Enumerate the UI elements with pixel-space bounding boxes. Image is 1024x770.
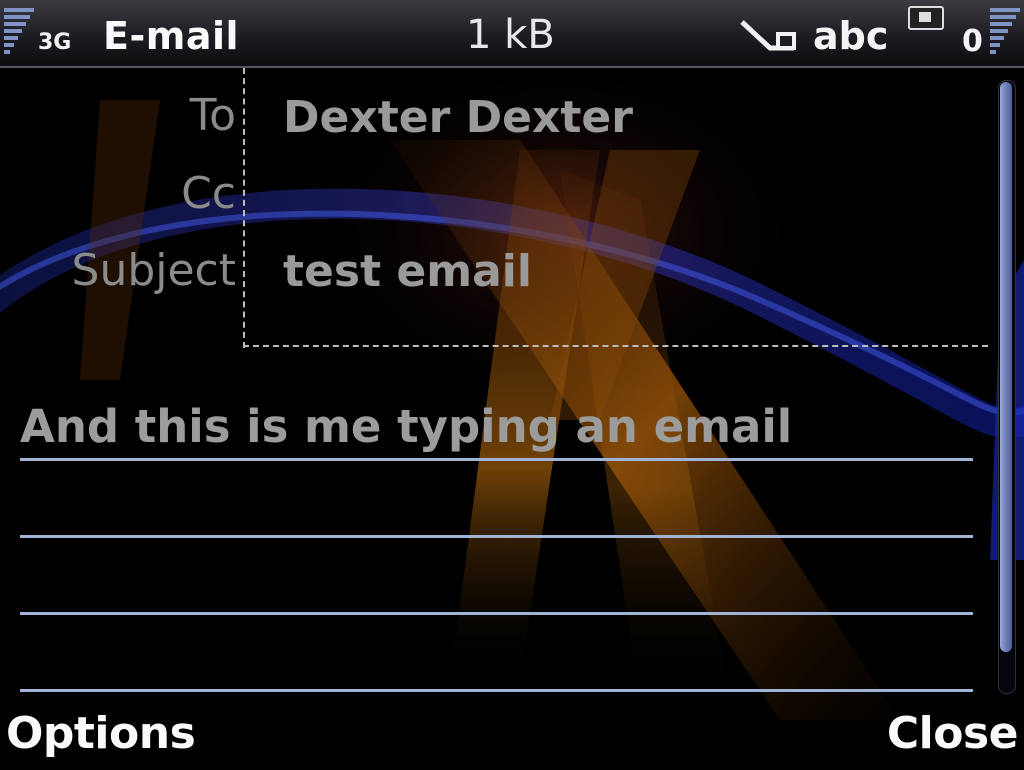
text-line xyxy=(20,458,973,461)
to-label: To xyxy=(189,90,236,141)
body-text[interactable]: And this is me typing an email xyxy=(20,400,792,453)
scrollbar-thumb[interactable] xyxy=(1000,82,1012,652)
options-softkey[interactable]: Options xyxy=(6,708,196,759)
signal-strength-icon xyxy=(4,8,34,57)
text-line xyxy=(20,689,973,692)
text-line xyxy=(20,535,973,538)
app-title: E-mail xyxy=(103,14,240,58)
battery-icon xyxy=(990,8,1020,57)
close-softkey[interactable]: Close xyxy=(887,708,1019,759)
pen-input-icon xyxy=(740,18,800,58)
label-divider xyxy=(243,68,245,348)
cc-label: Cc xyxy=(181,168,236,219)
message-size: 1 kB xyxy=(466,12,555,58)
battery-count: 0 xyxy=(962,24,983,59)
status-bar: 3G E-mail 1 kB abc 0 xyxy=(0,0,1024,68)
subject-label: Subject xyxy=(71,245,236,296)
text-line xyxy=(20,612,973,615)
input-mode: abc xyxy=(813,14,889,58)
subject-field[interactable]: test email xyxy=(283,246,532,297)
header-divider xyxy=(243,345,988,347)
to-field[interactable]: Dexter Dexter xyxy=(283,92,633,143)
message-icon xyxy=(908,6,944,30)
network-type: 3G xyxy=(38,30,72,55)
